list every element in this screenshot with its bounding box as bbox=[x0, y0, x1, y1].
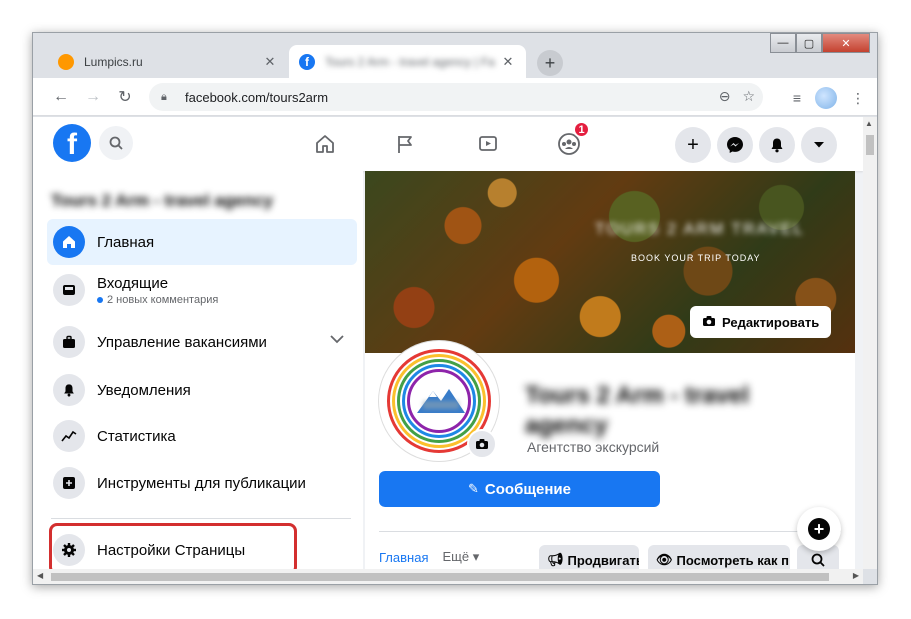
horizontal-scroll-thumb[interactable] bbox=[51, 573, 829, 581]
sidebar-item-inbox[interactable]: Входящие 2 новых комментария bbox=[47, 267, 357, 313]
reload-icon[interactable]: ↻ bbox=[115, 87, 135, 107]
message-label: Сообщение bbox=[484, 480, 571, 498]
briefcase-icon bbox=[53, 326, 85, 358]
page-sidebar: Tours 2 Arm - travel agency Главная Вход… bbox=[33, 171, 363, 569]
promote-button[interactable]: 📢︎ Продвигать bbox=[539, 545, 639, 569]
close-tab-icon[interactable]: ✕ bbox=[262, 54, 278, 70]
sidebar-item-label: Входящие bbox=[97, 274, 169, 292]
new-tab-button[interactable]: + bbox=[537, 50, 563, 76]
cover-photo: TOURS 2 ARM TRAVEL BOOK YOUR TRIP TODAY … bbox=[365, 171, 855, 353]
lumpics-favicon-icon bbox=[58, 53, 74, 70]
facebook-page: f 1 + Tours 2 Arm - travel agency Главна… bbox=[33, 117, 863, 569]
notifications-bell-icon[interactable] bbox=[759, 127, 795, 163]
account-dropdown-icon[interactable] bbox=[801, 127, 837, 163]
back-arrow-icon[interactable]: ← bbox=[51, 87, 71, 107]
sidebar-item-statistics[interactable]: Статистика bbox=[47, 413, 357, 459]
profile-avatar-icon[interactable] bbox=[815, 87, 837, 109]
tab-title: Tours 2 Arm - travel agency | Fa bbox=[325, 54, 495, 69]
mountain-logo-icon bbox=[417, 389, 465, 413]
media-queue-icon[interactable]: ≡ bbox=[793, 90, 801, 106]
forward-arrow-icon[interactable]: → bbox=[83, 87, 103, 107]
cover-blurred-text: TOURS 2 ARM TRAVEL bbox=[595, 221, 805, 238]
minimize-button[interactable]: — bbox=[770, 33, 796, 53]
horizontal-scrollbar[interactable]: ◀ ▶ bbox=[33, 569, 863, 584]
tab-strip: Lumpics.ru ✕ f Tours 2 Arm - travel agen… bbox=[33, 33, 877, 78]
settings-highlight-frame bbox=[49, 523, 297, 569]
profile-tabs: Главная Ещё ▾ bbox=[379, 545, 493, 569]
tab-title: Lumpics.ru bbox=[84, 54, 143, 69]
address-bar[interactable]: 🔒︎ facebook.com/tours2arm ⊖ ☆ bbox=[149, 83, 763, 111]
scroll-left-arrow-icon[interactable]: ◀ bbox=[37, 571, 43, 580]
inbox-icon bbox=[53, 274, 85, 306]
page-title: Tours 2 Arm - travel agency bbox=[525, 382, 750, 439]
scroll-up-arrow-icon[interactable]: ▲ bbox=[865, 119, 873, 128]
sidebar-item-label: Управление вакансиями bbox=[97, 333, 267, 351]
edit-cover-button[interactable]: Редактировать bbox=[690, 306, 832, 338]
sidebar-item-label: Уведомления bbox=[97, 381, 191, 399]
sidebar-item-label: Инструменты для публикации bbox=[97, 474, 306, 492]
groups-notification-badge: 1 bbox=[573, 121, 590, 138]
pencil-icon: ✎ bbox=[468, 481, 479, 496]
sidebar-item-notifications[interactable]: Уведомления bbox=[47, 367, 357, 413]
message-button[interactable]: ✎ Сообщение bbox=[379, 471, 660, 507]
unread-dot-icon bbox=[97, 296, 103, 303]
vertical-scrollbar[interactable]: ▲ bbox=[863, 117, 877, 569]
menu-kebab-icon[interactable]: ⋮ bbox=[851, 90, 865, 107]
watch-video-icon[interactable] bbox=[473, 129, 503, 159]
stats-icon bbox=[53, 420, 85, 452]
facebook-header: f 1 + bbox=[33, 117, 863, 171]
chevron-down-icon[interactable] bbox=[329, 331, 345, 349]
search-icon bbox=[811, 553, 825, 567]
bookmark-star-icon[interactable]: ☆ bbox=[742, 88, 755, 105]
browser-toolbar: ← → ↻ 🔒︎ facebook.com/tours2arm ⊖ ☆ ≡ ⋮ bbox=[33, 78, 877, 116]
compose-plus-icon: + bbox=[808, 518, 830, 540]
facebook-favicon-icon: f bbox=[299, 53, 315, 70]
tab-lumpics[interactable]: Lumpics.ru ✕ bbox=[48, 45, 288, 78]
inbox-sub-label: 2 новых комментария bbox=[107, 293, 219, 306]
sidebar-item-home[interactable]: Главная bbox=[47, 219, 357, 265]
view-as-label: Посмотреть как п bbox=[676, 552, 789, 568]
sidebar-item-jobs[interactable]: Управление вакансиями bbox=[47, 319, 357, 365]
search-icon[interactable] bbox=[99, 126, 133, 160]
megaphone-icon: 📢︎ bbox=[547, 552, 564, 567]
url-text: facebook.com/tours2arm bbox=[185, 89, 329, 105]
create-plus-icon[interactable]: + bbox=[675, 127, 711, 163]
sidebar-divider bbox=[51, 518, 351, 519]
profile-section: Tours 2 Arm - travel agency Агентство эк… bbox=[365, 341, 855, 569]
facebook-logo-icon[interactable]: f bbox=[53, 124, 91, 162]
promote-label: Продвигать bbox=[567, 552, 639, 568]
eye-icon: 👁︎ bbox=[656, 552, 673, 567]
bell-icon bbox=[53, 374, 85, 406]
sidebar-page-name: Tours 2 Arm - travel agency bbox=[51, 191, 274, 210]
cover-tagline: BOOK YOUR TRIP TODAY bbox=[631, 253, 761, 263]
zoom-icon[interactable]: ⊖ bbox=[719, 88, 731, 105]
view-as-button[interactable]: 👁︎ Посмотреть как п bbox=[648, 545, 790, 569]
browser-window: Lumpics.ru ✕ f Tours 2 Arm - travel agen… bbox=[32, 32, 878, 585]
tab-home[interactable]: Главная bbox=[379, 550, 428, 565]
sidebar-item-label: Статистика bbox=[97, 427, 176, 445]
messenger-icon[interactable] bbox=[717, 127, 753, 163]
vertical-scroll-thumb[interactable] bbox=[866, 135, 874, 155]
lock-icon: 🔒︎ bbox=[161, 90, 167, 103]
close-tab-icon[interactable]: ✕ bbox=[500, 54, 516, 70]
tab-more[interactable]: Ещё ▾ bbox=[442, 549, 479, 565]
camera-icon bbox=[702, 315, 716, 330]
publishing-tools-icon bbox=[53, 467, 85, 499]
avatar-camera-icon[interactable] bbox=[467, 429, 497, 459]
tab-facebook[interactable]: f Tours 2 Arm - travel agency | Fa ✕ bbox=[289, 45, 526, 78]
close-window-button[interactable]: ✕ bbox=[822, 33, 870, 53]
new-message-fab[interactable]: + bbox=[797, 507, 841, 551]
inbox-subtext: 2 новых комментария bbox=[97, 294, 218, 306]
scroll-right-arrow-icon[interactable]: ▶ bbox=[853, 571, 859, 580]
home-icon bbox=[53, 226, 85, 258]
page-category: Агентство экскурсий bbox=[527, 439, 660, 455]
home-nav-icon[interactable] bbox=[310, 129, 340, 159]
sidebar-item-publishing-tools[interactable]: Инструменты для публикации bbox=[47, 460, 357, 506]
profile-divider bbox=[379, 531, 841, 532]
edit-cover-label: Редактировать bbox=[722, 314, 820, 330]
sidebar-item-label: Главная bbox=[97, 233, 155, 251]
maximize-button[interactable]: ▢ bbox=[796, 33, 822, 53]
pages-flag-icon[interactable] bbox=[390, 129, 420, 159]
